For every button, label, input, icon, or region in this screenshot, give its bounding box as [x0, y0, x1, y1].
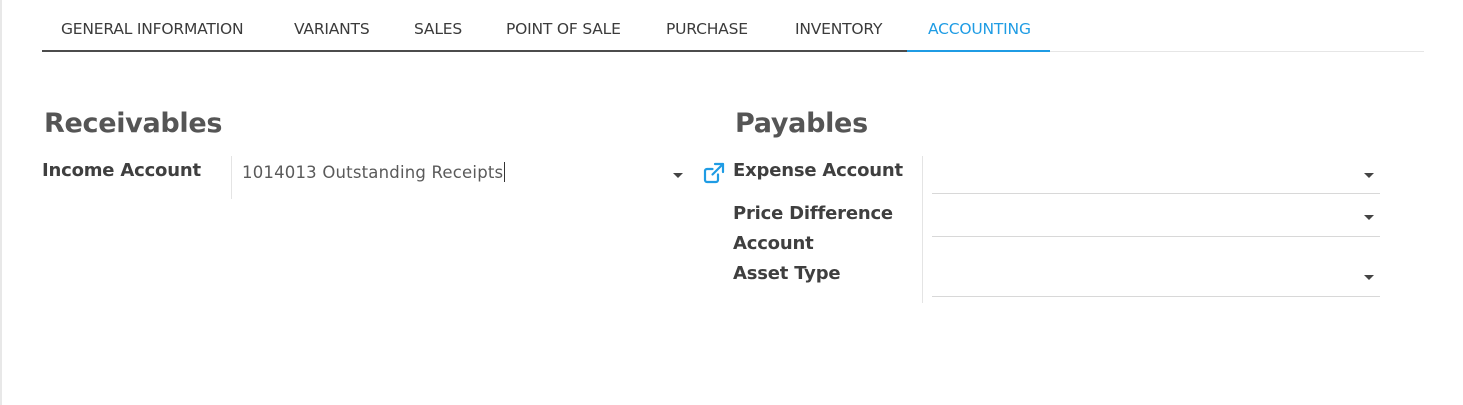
chevron-down-icon[interactable]	[1364, 173, 1374, 178]
tab-point-of-sale[interactable]: POINT OF SALE	[506, 8, 621, 51]
income-account-label: Income Account	[42, 160, 201, 181]
income-account-select[interactable]: 1014013 Outstanding Receipts	[233, 157, 691, 193]
notebook-tabs: GENERAL INFORMATION VARIANTS SALES POINT…	[42, 8, 1424, 52]
external-link-icon[interactable]	[702, 161, 726, 185]
asset-type-select[interactable]	[932, 260, 1380, 297]
text-cursor	[504, 162, 506, 182]
receivables-title: Receivables	[44, 108, 223, 139]
income-account-divider	[231, 156, 232, 199]
payables-divider	[922, 156, 923, 303]
price-difference-account-label: Price Difference Account	[733, 199, 893, 259]
income-account-value[interactable]: 1014013 Outstanding Receipts	[242, 162, 506, 182]
asset-type-label: Asset Type	[733, 263, 841, 284]
product-form-accounting: GENERAL INFORMATION VARIANTS SALES POINT…	[0, 0, 1463, 405]
tab-variants[interactable]: VARIANTS	[294, 8, 370, 51]
price-difference-label-line2: Account	[733, 233, 814, 254]
expense-account-select[interactable]	[932, 157, 1380, 194]
tab-sales[interactable]: SALES	[414, 8, 462, 51]
payables-title: Payables	[735, 108, 868, 139]
chevron-down-icon[interactable]	[673, 173, 683, 178]
tab-accounting[interactable]: ACCOUNTING	[907, 8, 1050, 52]
chevron-down-icon[interactable]	[1364, 215, 1374, 220]
expense-account-label: Expense Account	[733, 160, 903, 181]
price-difference-account-select[interactable]	[932, 200, 1380, 237]
tab-purchase[interactable]: PURCHASE	[666, 8, 748, 51]
chevron-down-icon[interactable]	[1364, 275, 1374, 280]
tab-general-information[interactable]: GENERAL INFORMATION	[61, 8, 244, 51]
tab-inventory[interactable]: INVENTORY	[795, 8, 882, 51]
price-difference-label-line1: Price Difference	[733, 203, 893, 224]
